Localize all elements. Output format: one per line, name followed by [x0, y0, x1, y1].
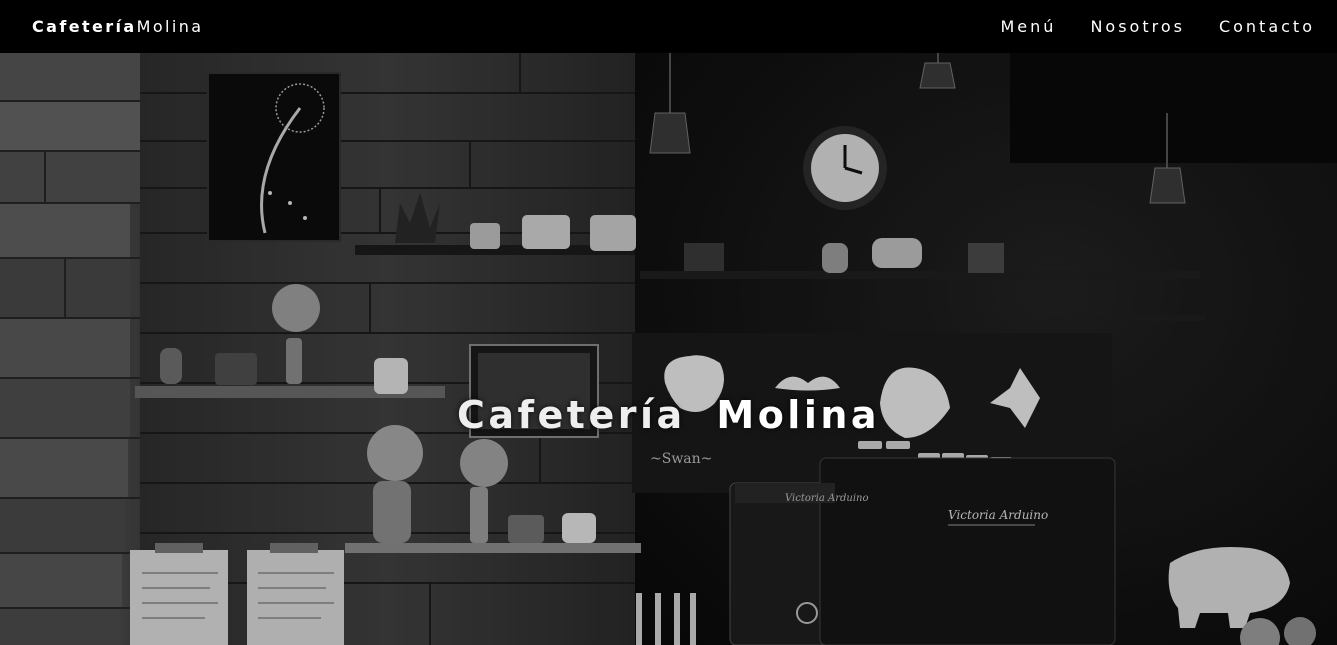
hero-section: ~Swan~ Victoria Arduino Victoria Arduino…	[0, 53, 1337, 645]
nav-links: Menú Nosotros Contacto	[1001, 17, 1316, 36]
hero-title: Cafetería Molina	[0, 393, 1337, 437]
brand-name-bold: Cafetería	[32, 17, 137, 36]
navbar: CafeteríaMolina Menú Nosotros Contacto	[0, 0, 1337, 53]
hero-title-regular: Molina	[716, 393, 881, 437]
nav-link-menu[interactable]: Menú	[1001, 17, 1057, 36]
hero-title-bold: Cafetería	[456, 393, 686, 437]
brand-name-regular: Molina	[136, 17, 204, 36]
hero-background-photo: ~Swan~ Victoria Arduino Victoria Arduino	[0, 53, 1337, 645]
nav-link-nosotros[interactable]: Nosotros	[1090, 17, 1185, 36]
brand-logo-link[interactable]: CafeteríaMolina	[32, 17, 203, 36]
nav-link-contacto[interactable]: Contacto	[1219, 17, 1315, 36]
